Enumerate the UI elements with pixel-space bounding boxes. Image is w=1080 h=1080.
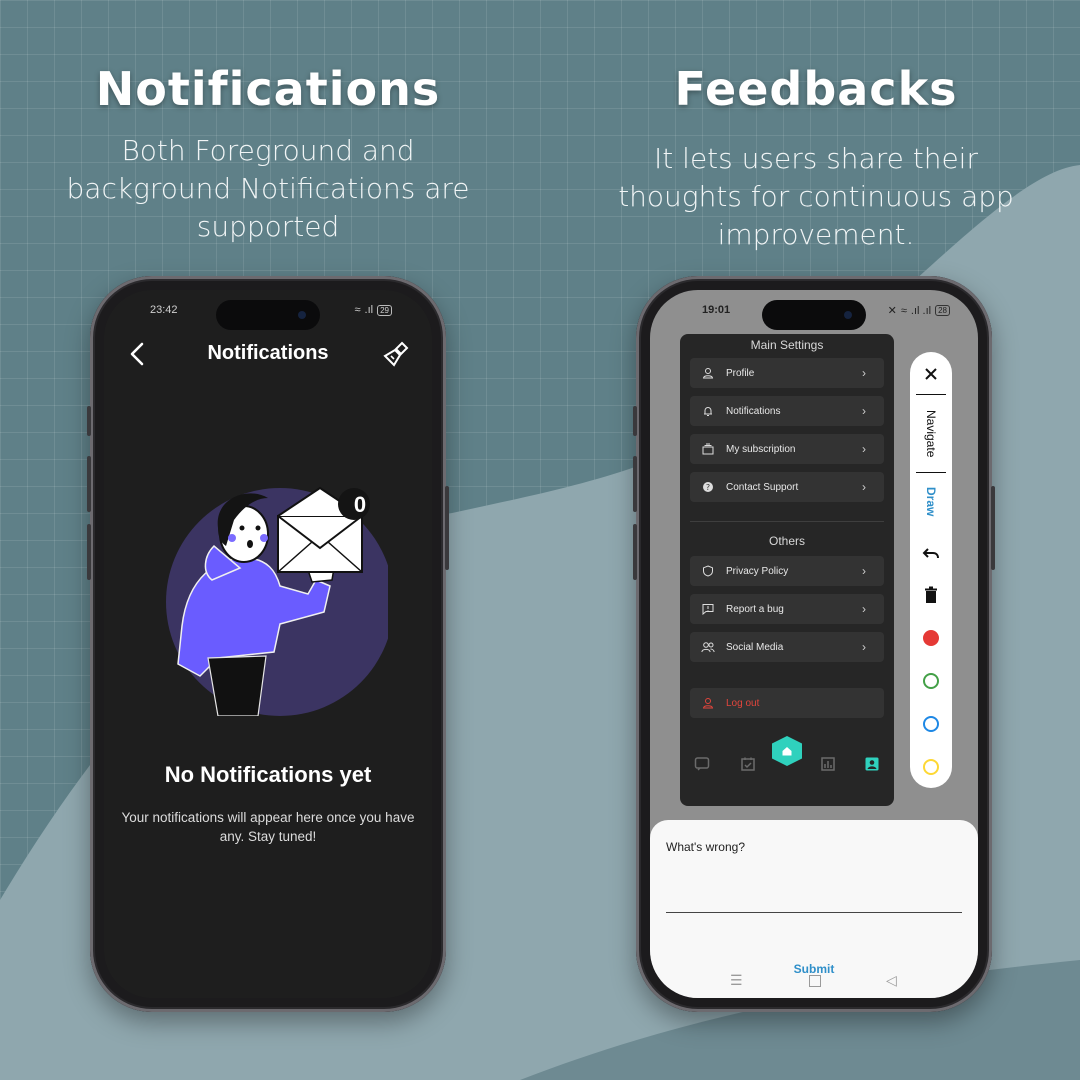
settings-item-contact-support[interactable]: ? Contact Support › bbox=[690, 472, 884, 502]
recent-apps-icon[interactable]: ☰ bbox=[730, 972, 743, 989]
settings-item-privacy-policy[interactable]: Privacy Policy › bbox=[690, 556, 884, 586]
home-icon bbox=[782, 747, 792, 756]
settings-item-label: My subscription bbox=[726, 443, 796, 455]
clear-all-broom-icon[interactable] bbox=[382, 340, 410, 368]
status-time: 23:42 bbox=[150, 304, 178, 316]
settings-item-profile[interactable]: Profile › bbox=[690, 358, 884, 388]
close-icon bbox=[925, 368, 937, 380]
feedback-screen: 19:01 ✕ ≈ .ıl .ıl 28 Main Settings Profi… bbox=[650, 290, 978, 998]
main-settings-heading: Main Settings bbox=[750, 338, 824, 352]
settings-item-label: Profile bbox=[726, 367, 755, 379]
navigate-mode-tab[interactable]: Navigate bbox=[910, 404, 952, 464]
settings-item-social-media[interactable]: Social Media › bbox=[690, 632, 884, 662]
chevron-right-icon: › bbox=[862, 480, 866, 494]
chevron-right-icon: › bbox=[862, 640, 866, 654]
help-icon: ? bbox=[700, 479, 716, 495]
color-yellow-button[interactable] bbox=[910, 757, 952, 777]
chevron-right-icon: › bbox=[862, 404, 866, 418]
chevron-right-icon: › bbox=[862, 366, 866, 380]
notifications-screen: 23:42 ≈ .ıl 29 Notifications 0 No Notifi… bbox=[104, 290, 432, 998]
color-blue-button[interactable] bbox=[910, 714, 952, 734]
status-icons: ≈ .ıl 29 bbox=[354, 304, 392, 316]
undo-icon bbox=[922, 548, 939, 559]
color-red-swatch bbox=[923, 630, 939, 646]
calendar-check-icon[interactable] bbox=[740, 756, 756, 772]
stats-icon[interactable] bbox=[820, 756, 836, 772]
mute-icon: ✕ bbox=[887, 305, 897, 317]
dynamic-island bbox=[216, 300, 320, 330]
shield-icon bbox=[700, 563, 716, 579]
battery-icon: 28 bbox=[935, 305, 950, 316]
color-red-button[interactable] bbox=[910, 628, 952, 648]
empty-state-title: No Notifications yet bbox=[164, 762, 372, 787]
logout-button[interactable]: Log out bbox=[690, 688, 884, 718]
battery-icon: 29 bbox=[377, 304, 392, 316]
feedbacks-subheading: It lets users share their thoughts for c… bbox=[618, 142, 1014, 251]
signal-icon: .ıl bbox=[364, 304, 374, 316]
section-divider bbox=[690, 521, 884, 522]
svg-text:?: ? bbox=[706, 483, 710, 492]
chevron-right-icon: › bbox=[862, 442, 866, 456]
color-green-button[interactable] bbox=[910, 671, 952, 691]
wifi-icon: ≈ bbox=[354, 304, 361, 316]
settings-item-report-bug[interactable]: Report a bug › bbox=[690, 594, 884, 624]
status-time: 19:01 bbox=[702, 304, 731, 316]
right-phone: 19:01 ✕ ≈ .ıl .ıl 28 Main Settings Profi… bbox=[633, 276, 995, 1012]
people-icon bbox=[700, 639, 716, 655]
close-toolbar-button[interactable] bbox=[910, 362, 952, 386]
chevron-right-icon: › bbox=[862, 602, 866, 616]
bell-icon bbox=[700, 403, 716, 419]
settings-item-notifications[interactable]: Notifications › bbox=[690, 396, 884, 426]
person-icon bbox=[700, 365, 716, 381]
feedback-text-input[interactable] bbox=[666, 858, 962, 912]
logout-label: Log out bbox=[726, 697, 760, 709]
report-icon bbox=[700, 601, 716, 617]
home-button[interactable] bbox=[772, 736, 802, 766]
settings-item-label: Report a bug bbox=[726, 603, 784, 615]
color-green-swatch bbox=[923, 673, 939, 689]
home-square-icon[interactable] bbox=[809, 975, 821, 987]
status-icons: ✕ ≈ .ıl .ıl 28 bbox=[888, 304, 950, 317]
notifications-subheading: Both Foreground and background Notificat… bbox=[66, 134, 470, 243]
signal-icon: .ıl .ıl bbox=[910, 304, 932, 317]
feedback-prompt-label: What's wrong? bbox=[666, 840, 745, 854]
settings-item-label: Social Media bbox=[726, 641, 784, 653]
feedback-toolbar: Navigate Draw bbox=[910, 352, 952, 788]
submit-button[interactable]: Submit bbox=[650, 962, 978, 976]
settings-item-label: Notifications bbox=[726, 405, 781, 417]
empty-state-description: Your notifications will appear here once… bbox=[121, 810, 415, 844]
profile-card-icon[interactable] bbox=[864, 756, 880, 772]
feedback-sheet: What's wrong? Submit ☰ ◁ bbox=[650, 820, 978, 998]
chevron-right-icon: › bbox=[862, 564, 866, 578]
trash-icon bbox=[925, 586, 937, 603]
wifi-icon: ≈ bbox=[900, 304, 907, 317]
left-phone: 23:42 ≈ .ıl 29 Notifications 0 No Notifi… bbox=[87, 276, 449, 1012]
settings-item-subscription[interactable]: My subscription › bbox=[690, 434, 884, 464]
delete-button[interactable] bbox=[910, 584, 952, 606]
settings-item-label: Contact Support bbox=[726, 481, 799, 493]
subscription-icon bbox=[700, 441, 716, 457]
undo-button[interactable] bbox=[910, 542, 952, 564]
settings-preview: Main Settings Profile › Notifications › … bbox=[680, 334, 894, 806]
settings-item-label: Privacy Policy bbox=[726, 565, 789, 577]
back-triangle-icon[interactable]: ◁ bbox=[886, 972, 897, 989]
color-yellow-swatch bbox=[923, 759, 939, 775]
color-blue-swatch bbox=[923, 716, 939, 732]
others-heading: Others bbox=[768, 534, 805, 548]
dynamic-island bbox=[762, 300, 866, 330]
notification-count-badge: 0 bbox=[353, 492, 367, 517]
feedback-input-underline bbox=[666, 912, 962, 913]
notifications-heading: Notifications bbox=[95, 62, 441, 116]
bottom-navigation bbox=[680, 732, 894, 792]
logout-person-icon bbox=[700, 695, 716, 711]
feedbacks-heading: Feedbacks bbox=[674, 62, 958, 116]
draw-mode-tab[interactable]: Draw bbox=[910, 482, 952, 522]
chat-icon[interactable] bbox=[694, 756, 710, 772]
